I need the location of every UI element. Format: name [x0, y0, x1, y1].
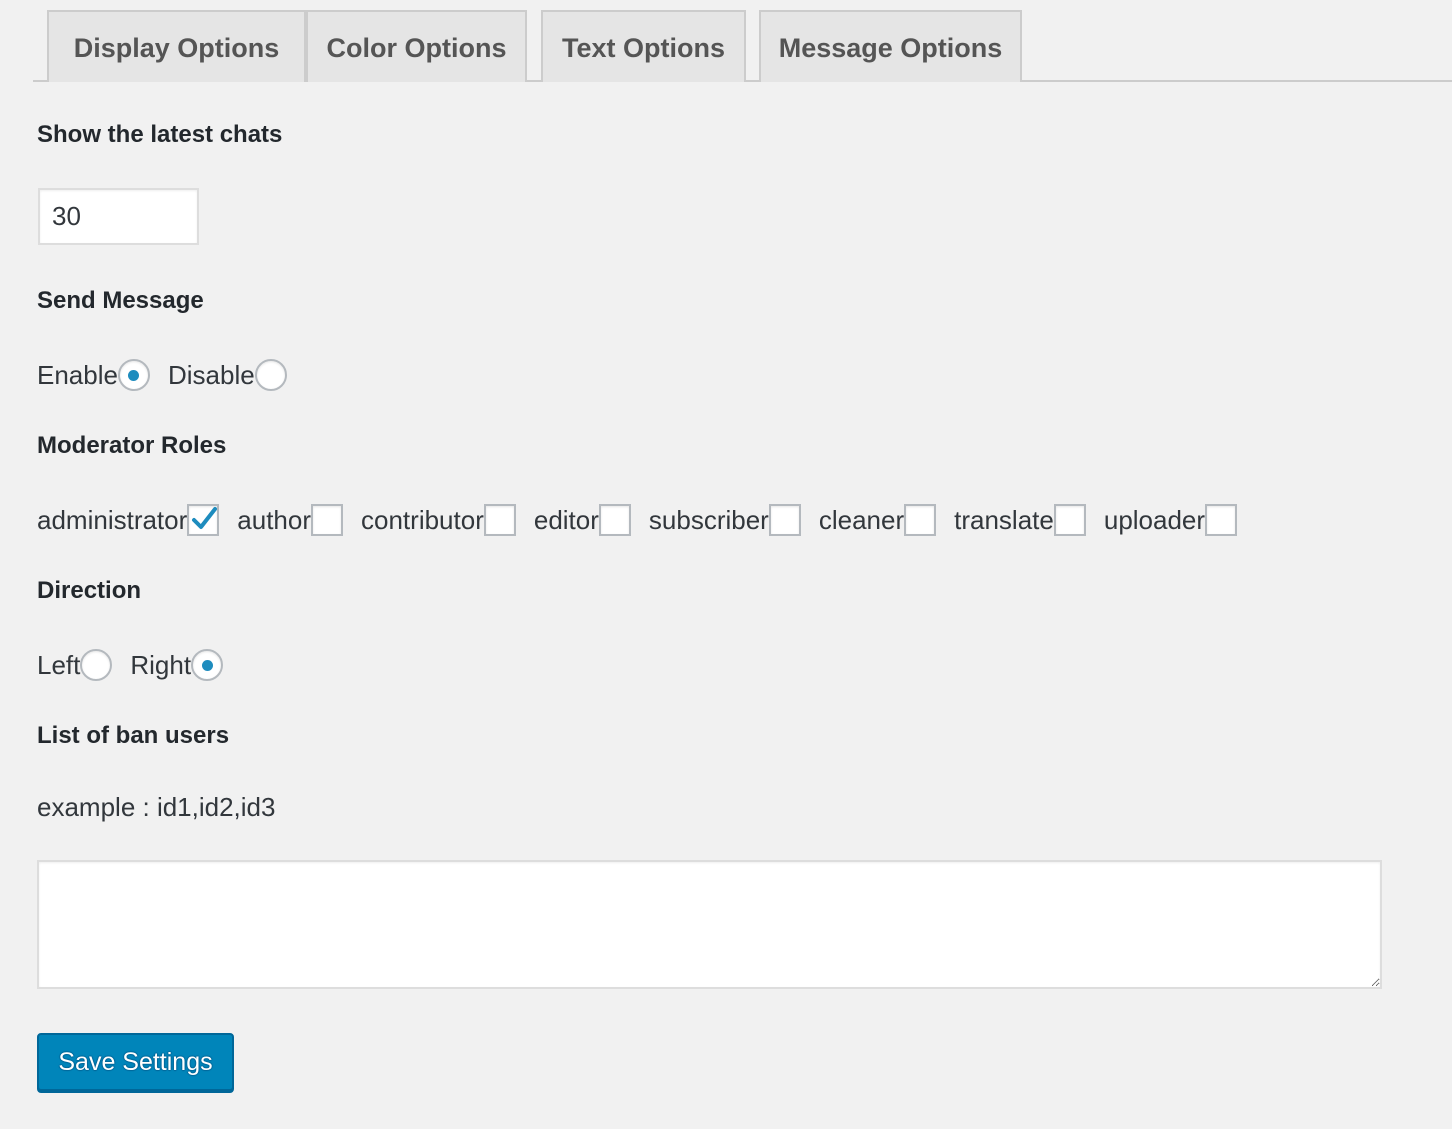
- direction-left-option[interactable]: Left: [37, 649, 113, 681]
- direction-right-option[interactable]: Right: [130, 649, 224, 681]
- role-uploader-option[interactable]: uploader: [1103, 504, 1238, 536]
- right-label: Right: [130, 649, 192, 680]
- role-subscriber-option[interactable]: subscriber: [649, 504, 801, 536]
- options-tab-bar: Display Options Color Options Text Optio…: [33, 10, 1452, 82]
- right-radio[interactable]: [191, 649, 224, 681]
- radio-selected-dot-icon: [201, 659, 213, 671]
- ban-users-heading: List of ban users: [37, 722, 230, 749]
- moderator-roles-options: administrator author contributor editor …: [37, 502, 1255, 538]
- disable-label: Disable: [167, 359, 255, 390]
- latest-chats-input[interactable]: [38, 188, 199, 245]
- latest-chats-heading: Show the latest chats: [37, 121, 283, 148]
- role-cleaner-checkbox[interactable]: [904, 504, 937, 536]
- send-message-options: Enable Disable: [37, 357, 305, 393]
- role-administrator-option[interactable]: administrator: [37, 504, 220, 536]
- moderator-roles-heading: Moderator Roles: [37, 432, 227, 459]
- role-contributor-option[interactable]: contributor: [361, 504, 516, 536]
- send-message-enable-option[interactable]: Enable: [37, 359, 150, 391]
- tab-display-options[interactable]: Display Options: [47, 10, 306, 82]
- send-message-disable-option[interactable]: Disable: [168, 359, 287, 391]
- role-cleaner-option[interactable]: cleaner: [818, 504, 937, 536]
- send-message-heading: Send Message: [37, 287, 204, 314]
- role-administrator-checkbox[interactable]: [187, 504, 220, 536]
- settings-page: Display Options Color Options Text Optio…: [0, 0, 1452, 1129]
- enable-label: Enable: [37, 359, 118, 390]
- role-editor-label: editor: [533, 504, 599, 535]
- role-translate-checkbox[interactable]: [1053, 504, 1086, 536]
- role-contributor-checkbox[interactable]: [483, 504, 516, 536]
- tab-color-options[interactable]: Color Options: [306, 10, 527, 82]
- direction-options: Left Right: [37, 647, 241, 683]
- direction-heading: Direction: [37, 577, 142, 604]
- checkmark-icon: [192, 507, 218, 529]
- role-translate-option[interactable]: translate: [954, 504, 1086, 536]
- tab-text-options[interactable]: Text Options: [541, 10, 746, 82]
- disable-radio[interactable]: [254, 359, 287, 391]
- role-author-checkbox[interactable]: [311, 504, 344, 536]
- role-author-label: author: [237, 504, 312, 535]
- role-contributor-label: contributor: [361, 504, 484, 535]
- role-uploader-label: uploader: [1103, 504, 1206, 535]
- save-settings-button[interactable]: Save Settings: [37, 1033, 234, 1091]
- role-cleaner-label: cleaner: [818, 504, 905, 535]
- role-editor-checkbox[interactable]: [598, 504, 631, 536]
- role-administrator-label: administrator: [37, 504, 188, 535]
- tab-message-options[interactable]: Message Options: [759, 10, 1022, 82]
- role-translate-label: translate: [954, 504, 1054, 535]
- role-author-option[interactable]: author: [237, 504, 344, 536]
- ban-users-textarea[interactable]: [37, 860, 1382, 989]
- role-uploader-checkbox[interactable]: [1205, 504, 1238, 536]
- radio-selected-dot-icon: [128, 369, 140, 381]
- role-subscriber-label: subscriber: [648, 504, 769, 535]
- ban-users-hint: example : id1,id2,id3: [37, 792, 276, 822]
- role-subscriber-checkbox[interactable]: [768, 504, 801, 536]
- left-label: Left: [37, 649, 81, 680]
- enable-radio[interactable]: [117, 359, 150, 391]
- left-radio[interactable]: [80, 649, 113, 681]
- role-editor-option[interactable]: editor: [534, 504, 631, 536]
